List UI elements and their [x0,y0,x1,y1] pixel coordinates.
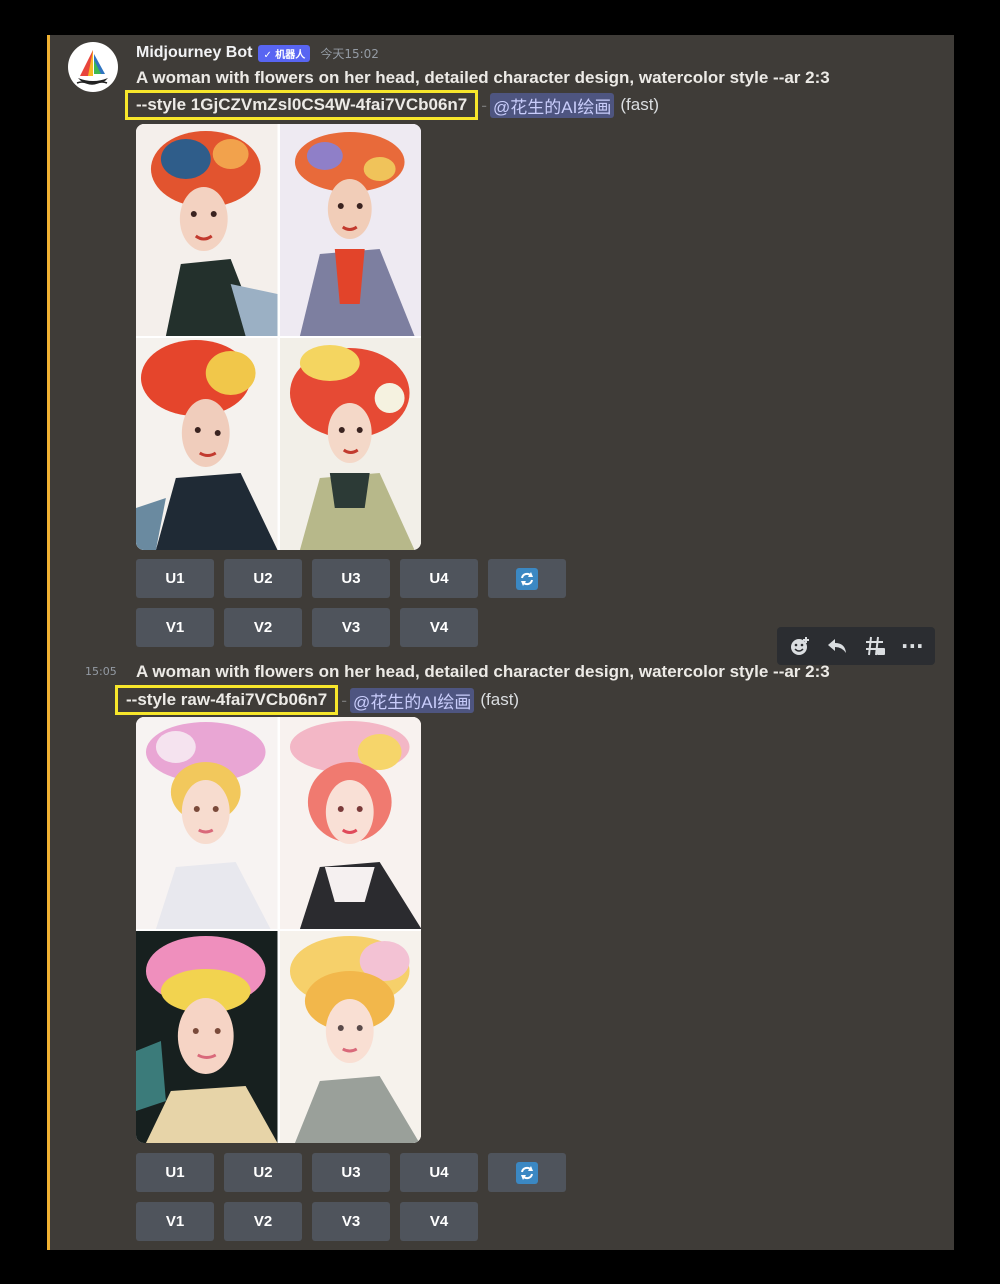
more-icon[interactable]: ··· [899,633,925,659]
grid-image-3[interactable] [136,931,278,1143]
grid-image-2[interactable] [279,124,421,336]
grid-image-4[interactable] [279,338,421,550]
variation-button-row: V1 V2 V3 V4 [136,1202,478,1241]
speed-label: (fast) [480,690,520,709]
v1-button[interactable]: V1 [136,1202,214,1241]
user-mention[interactable]: @花生的AI绘画 [350,687,475,713]
reply-icon[interactable] [824,633,850,659]
create-thread-icon[interactable] [862,633,888,659]
upscale-button-row: U1 U2 U3 U4 [136,559,566,598]
style-param-highlight: --style raw-4fai7VCb06n7 [115,685,339,715]
grid-image-4[interactable] [279,931,421,1143]
v3-button[interactable]: V3 [312,1202,390,1241]
v3-button[interactable]: V3 [312,608,390,647]
image-grid[interactable] [136,717,421,1143]
grid-image-1[interactable] [136,124,278,336]
prompt-text: A woman with flowers on her head, detail… [136,68,830,87]
reroll-button[interactable] [488,1153,566,1192]
u3-button[interactable]: U3 [312,1153,390,1192]
bot-badge: ✓ 机器人 [258,44,311,62]
prompt-params-line: --style 1GjCZVmZsl0CS4W-4fai7VCb06n7 - @… [125,90,659,120]
user-mention[interactable]: @花生的AI绘画 [490,92,615,118]
v2-button[interactable]: V2 [224,608,302,647]
u1-button[interactable]: U1 [136,1153,214,1192]
style-param-highlight: --style 1GjCZVmZsl0CS4W-4fai7VCb06n7 [125,90,479,120]
image-grid[interactable] [136,124,421,550]
v2-button[interactable]: V2 [224,1202,302,1241]
message-timestamp[interactable]: 今天15:02 [320,45,379,62]
grid-image-1[interactable] [136,717,278,929]
message-frame: Midjourney Bot ✓ 机器人 今天15:02 A woman wit… [47,35,954,1250]
u4-button[interactable]: U4 [400,1153,478,1192]
u4-button[interactable]: U4 [400,559,478,598]
reroll-button[interactable] [488,559,566,598]
separator: - [481,95,488,115]
grid-image-2[interactable] [279,717,421,929]
u3-button[interactable]: U3 [312,559,390,598]
upscale-button-row: U1 U2 U3 U4 [136,1153,566,1192]
v4-button[interactable]: V4 [400,1202,478,1241]
v4-button[interactable]: V4 [400,608,478,647]
v1-button[interactable]: V1 [136,608,214,647]
u2-button[interactable]: U2 [224,559,302,598]
grid-image-3[interactable] [136,338,278,550]
u2-button[interactable]: U2 [224,1153,302,1192]
prompt-text: A woman with flowers on her head, detail… [136,662,830,681]
refresh-icon [516,1161,538,1184]
speed-label: (fast) [620,95,660,114]
message-header: Midjourney Bot ✓ 机器人 今天15:02 [136,42,379,64]
mention-highlight-bar [47,35,50,1250]
u1-button[interactable]: U1 [136,559,214,598]
prompt-params-line: --style raw-4fai7VCb06n7 - @花生的AI绘画 (fas… [115,685,519,715]
message-time[interactable]: 15:05 [85,665,117,678]
refresh-icon [516,567,538,590]
message-actions-toolbar: ··· [777,627,935,665]
separator: - [341,690,348,710]
variation-button-row: V1 V2 V3 V4 [136,608,478,647]
sailboat-logo-icon [76,50,108,85]
author-name[interactable]: Midjourney Bot [136,44,252,62]
add-reaction-icon[interactable] [787,633,813,659]
bot-avatar[interactable] [68,42,118,92]
